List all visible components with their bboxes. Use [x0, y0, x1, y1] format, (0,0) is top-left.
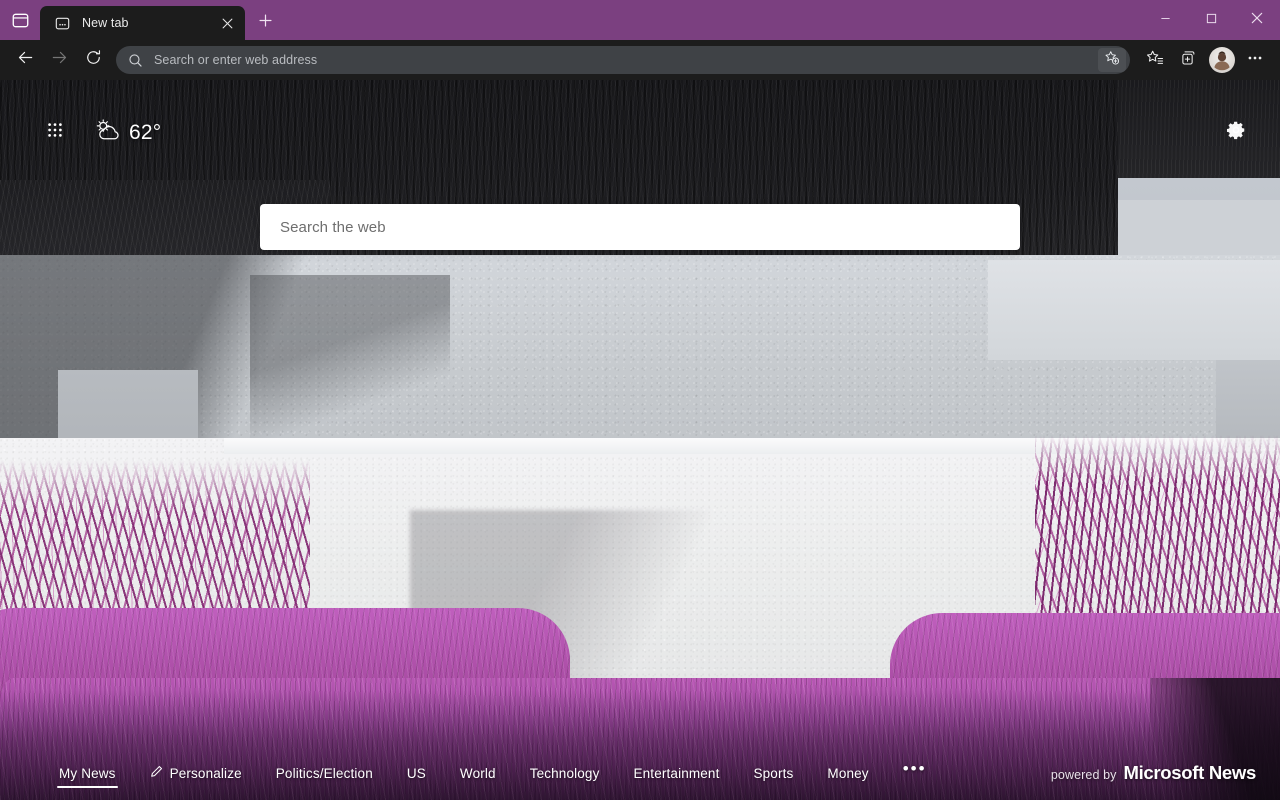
news-tab-label: Money — [827, 765, 869, 781]
close-window-button[interactable] — [1234, 0, 1280, 40]
tab-close-button[interactable] — [215, 11, 239, 35]
news-tab-politics-election[interactable]: Politics/Election — [273, 756, 376, 790]
forward-button[interactable] — [42, 45, 76, 75]
maximize-button[interactable] — [1188, 0, 1234, 40]
news-tab-label: Personalize — [169, 765, 242, 781]
add-favorite-button[interactable] — [1098, 48, 1126, 72]
news-tab-personalize[interactable]: Personalize — [147, 756, 245, 790]
browser-window: New tab Search or enter web address 62° … — [0, 0, 1280, 800]
news-tabs-more-button[interactable]: ••• — [900, 756, 930, 790]
profile-avatar[interactable] — [1209, 47, 1235, 73]
collections-button[interactable] — [1172, 45, 1206, 75]
news-tab-money[interactable]: Money — [824, 756, 871, 790]
weather-temperature: 62° — [129, 120, 162, 144]
app-grid-icon — [46, 121, 64, 144]
page-settings-button[interactable] — [1218, 115, 1254, 151]
address-bar[interactable]: Search or enter web address — [116, 46, 1130, 74]
favorites-star-list-icon — [1146, 49, 1164, 72]
powered-by-microsoft-news: powered by Microsoft News — [1051, 762, 1256, 784]
browser-settings-button[interactable] — [1238, 45, 1272, 75]
web-search-input[interactable]: Search the web — [280, 219, 386, 236]
background-wall-shadow-secondary — [250, 275, 450, 450]
microsoft-news-brand: Microsoft News — [1123, 762, 1256, 783]
news-navigation-bar: My News Personalize Politics/Election US… — [0, 746, 1280, 800]
news-tab-entertainment[interactable]: Entertainment — [631, 756, 723, 790]
tab-actions-button[interactable] — [0, 0, 40, 40]
more-ellipsis-icon — [1246, 49, 1264, 72]
news-tab-label: Sports — [753, 765, 794, 781]
add-favorite-star-icon — [1104, 50, 1120, 71]
news-tab-us[interactable]: US — [404, 756, 429, 790]
weather-widget[interactable]: 62° — [85, 114, 173, 152]
maximize-icon — [1206, 11, 1217, 29]
news-tab-sports[interactable]: Sports — [751, 756, 797, 790]
news-tab-my-news[interactable]: My News — [56, 756, 119, 790]
address-bar-input[interactable]: Search or enter web address — [154, 53, 1098, 67]
background-image — [0, 80, 1280, 800]
back-button[interactable] — [8, 45, 42, 75]
page-settings-gear-icon — [1225, 119, 1247, 146]
forward-arrow-icon — [51, 49, 68, 71]
news-tab-technology[interactable]: Technology — [527, 756, 603, 790]
window-caption-buttons — [1142, 0, 1280, 40]
refresh-button[interactable] — [76, 45, 110, 75]
plus-icon — [258, 13, 273, 33]
tab-title: New tab — [82, 16, 129, 30]
tab-new-tab[interactable]: New tab — [40, 6, 245, 40]
news-tab-label: US — [406, 765, 426, 781]
refresh-icon — [85, 49, 102, 71]
background-step-right — [988, 260, 1280, 360]
news-tab-label: My News — [59, 765, 116, 781]
news-tab-label: World — [459, 765, 496, 781]
favorites-button[interactable] — [1138, 45, 1172, 75]
news-tab-label: Politics/Election — [275, 765, 373, 781]
new-tab-top-bar: 62° — [0, 80, 1280, 185]
tab-strip: New tab — [40, 0, 1142, 40]
browser-toolbar: Search or enter web address — [0, 40, 1280, 80]
new-tab-page-icon — [54, 15, 71, 32]
minimize-button[interactable] — [1142, 0, 1188, 40]
collections-icon — [1180, 49, 1198, 72]
news-tab-label: Entertainment — [633, 765, 720, 781]
partly-cloudy-day-icon — [93, 117, 120, 149]
tab-actions-window-icon — [12, 12, 29, 29]
news-tab-world[interactable]: World — [457, 756, 499, 790]
search-icon — [128, 53, 143, 68]
new-tab-button[interactable] — [248, 6, 282, 40]
powered-by-label: powered by — [1050, 768, 1117, 782]
news-tab-label: Technology — [529, 765, 600, 781]
new-tab-page: 62° Search the web My News Personalize P… — [0, 80, 1280, 800]
minimize-icon — [1160, 11, 1171, 29]
more-ellipsis-icon: ••• — [902, 759, 927, 778]
back-arrow-icon — [17, 49, 34, 71]
web-search-box[interactable]: Search the web — [260, 204, 1020, 250]
pencil-icon — [150, 765, 163, 781]
app-launcher-button[interactable] — [38, 116, 72, 150]
title-bar: New tab — [0, 0, 1280, 40]
close-icon — [1251, 11, 1263, 29]
